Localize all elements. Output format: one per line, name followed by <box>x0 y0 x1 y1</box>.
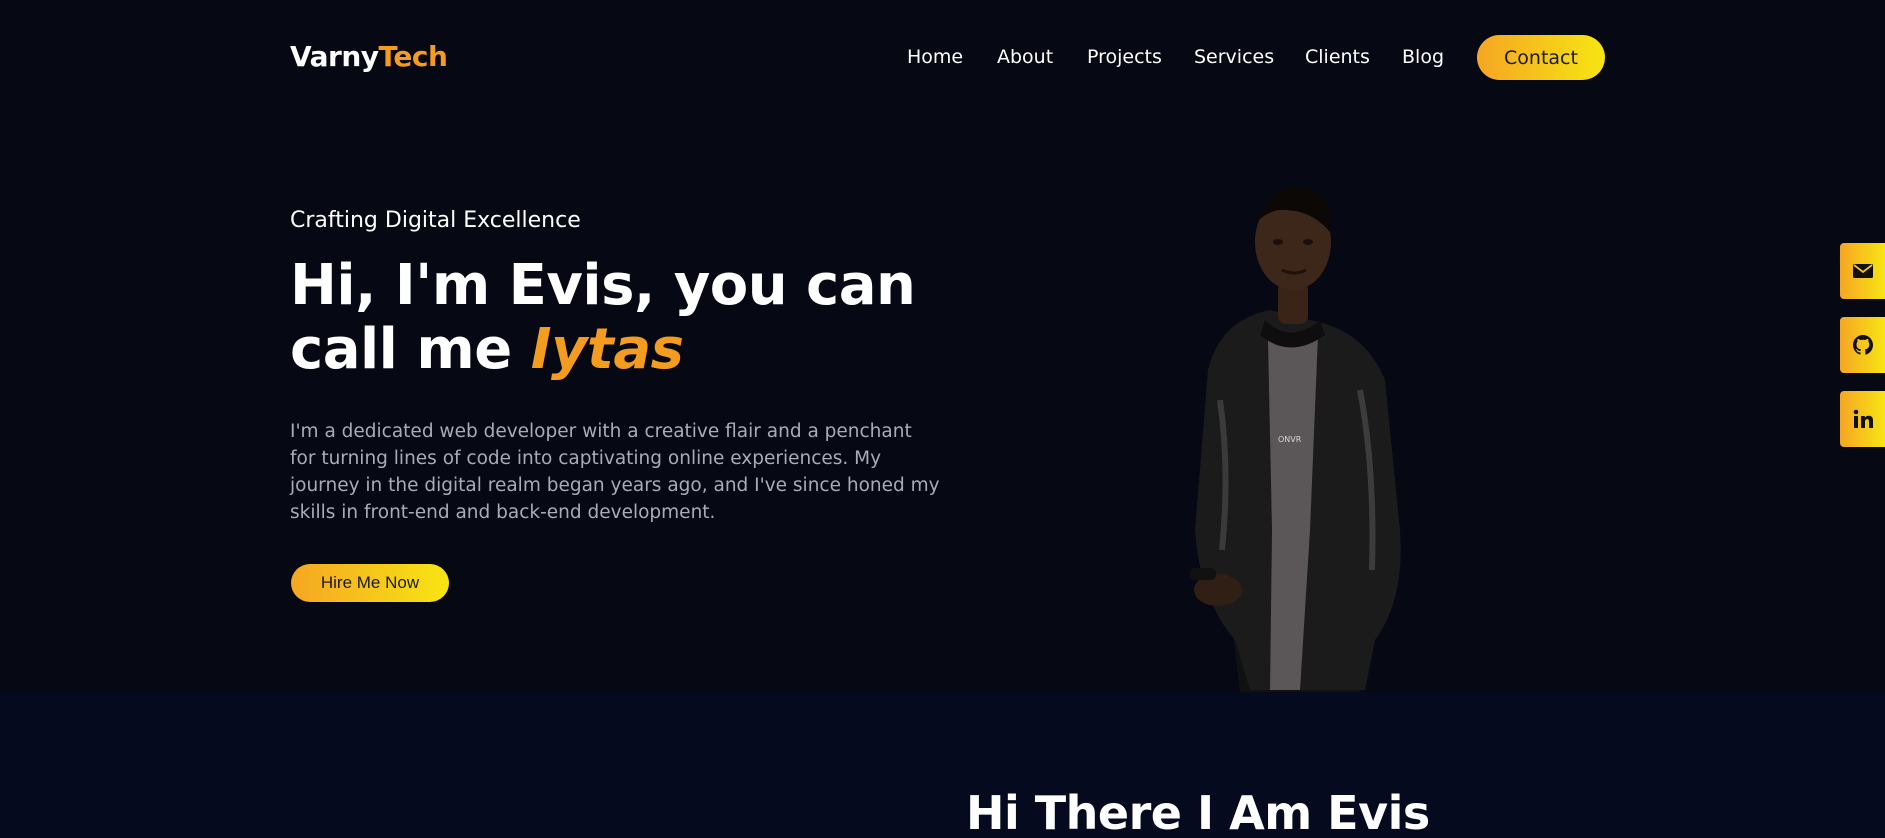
brand-name-part1: Varny <box>290 40 379 73</box>
brand-name-part2: Tech <box>378 40 448 73</box>
nav-clients[interactable]: Clients <box>1305 46 1370 68</box>
github-icon <box>1852 335 1873 355</box>
portrait-image: ONVR <box>1190 186 1401 692</box>
social-linkedin-button[interactable] <box>1840 391 1885 447</box>
brand-logo[interactable]: VarnyTech <box>290 40 448 73</box>
svg-text:ONVR: ONVR <box>1278 435 1302 444</box>
headline-accent-name: Iytas <box>530 317 684 382</box>
headline-line1: Hi, I'm Evis, you can <box>290 253 916 318</box>
headline-line2-prefix: call me <box>290 317 512 382</box>
hero-headline: Hi, I'm Evis, you can call me Iytas <box>290 254 990 382</box>
hero-kicker: Crafting Digital Excellence <box>290 208 581 233</box>
nav-services[interactable]: Services <box>1194 46 1274 68</box>
hero-intro: I'm a dedicated web developer with a cre… <box>290 421 940 523</box>
nav-projects[interactable]: Projects <box>1087 46 1162 68</box>
hire-me-button[interactable]: Hire Me Now <box>291 564 449 602</box>
contact-button[interactable]: Contact <box>1477 35 1605 80</box>
about-section <box>0 692 1885 838</box>
about-heading: Hi There I Am Evis <box>966 786 1430 838</box>
social-mail-button[interactable] <box>1840 243 1885 299</box>
mail-icon <box>1852 264 1873 278</box>
nav-blog[interactable]: Blog <box>1402 46 1444 68</box>
social-github-button[interactable] <box>1840 317 1885 373</box>
nav-home[interactable]: Home <box>907 46 963 68</box>
nav-about[interactable]: About <box>997 46 1053 68</box>
linkedin-icon <box>1853 409 1873 428</box>
